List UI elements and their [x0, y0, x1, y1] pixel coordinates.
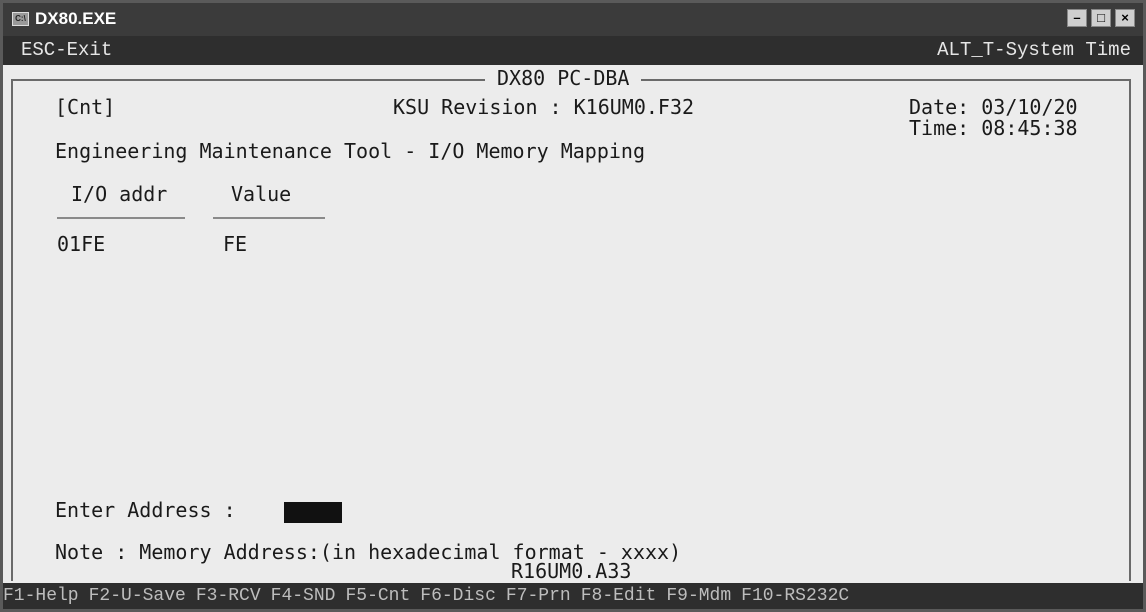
function-key-bar: F1-Help F2-U-Save F3-RCV F4-SND F5-Cnt F… [3, 583, 1143, 609]
maximize-button[interactable]: □ [1091, 9, 1111, 27]
f3-rcv-key[interactable]: F3-RCV [196, 586, 261, 606]
esc-exit-menu[interactable]: ESC-Exit [21, 39, 112, 61]
column-underline [213, 217, 325, 219]
column-header-value: Value [231, 182, 292, 206]
f5-cnt-key[interactable]: F5-Cnt [345, 586, 410, 606]
dba-screen: DX80 PC-DBA [Cnt] KSU Revision : K16UM0.… [3, 65, 1143, 583]
ksu-revision: KSU Revision : K16UM0.F32 [393, 95, 695, 119]
time-display: Time: 08:45:38 [909, 116, 1078, 140]
window-title: DX80.EXE [35, 9, 117, 28]
f1-help-key[interactable]: F1-Help [3, 586, 79, 606]
address-input[interactable] [284, 502, 342, 523]
tool-title: Engineering Maintenance Tool - I/O Memor… [55, 139, 646, 163]
table-cell-value: FE [223, 232, 248, 256]
f9-mdm-key[interactable]: F9-Mdm [666, 586, 731, 606]
enter-address-label: Enter Address : [55, 498, 236, 522]
column-underline [57, 217, 185, 219]
dos-console-icon[interactable]: C:\ [12, 12, 29, 26]
system-time-menu[interactable]: ALT_T-System Time [937, 39, 1131, 61]
minimize-button[interactable]: – [1067, 9, 1087, 27]
f2-save-key[interactable]: F2-U-Save [89, 586, 186, 606]
f4-snd-key[interactable]: F4-SND [271, 586, 336, 606]
title-bar: C:\ DX80.EXE – □ × [3, 3, 1143, 36]
mode-indicator: [Cnt] [55, 95, 116, 119]
f8-edit-key[interactable]: F8-Edit [581, 586, 657, 606]
f6-disc-key[interactable]: F6-Disc [420, 586, 496, 606]
f7-prn-key[interactable]: F7-Prn [506, 586, 571, 606]
table-cell-addr: 01FE [57, 232, 106, 256]
frame-title: DX80 PC-DBA [485, 66, 642, 90]
footer-version: R16UM0.A33 [499, 559, 644, 583]
menu-bar: ESC-Exit ALT_T-System Time [3, 36, 1143, 65]
column-header-io-addr: I/O addr [71, 182, 168, 206]
application-window: C:\ DX80.EXE – □ × ESC-Exit ALT_T-System… [0, 0, 1146, 612]
f10-rs232c-key[interactable]: F10-RS232C [741, 586, 849, 606]
close-button[interactable]: × [1115, 9, 1135, 27]
